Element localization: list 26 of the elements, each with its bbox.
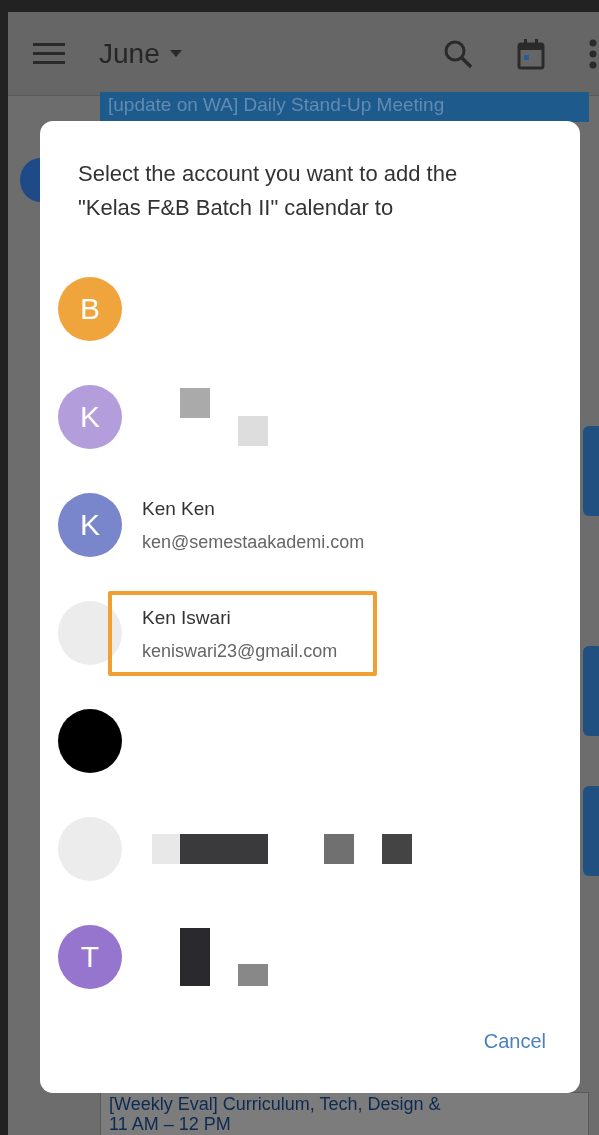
account-email: keniswari23@gmail.com [142, 640, 338, 662]
account-email: ken@semestaakademi.com [142, 531, 365, 553]
account-item[interactable]: Ken Iswari keniswari23@gmail.com [40, 579, 580, 687]
event-chip[interactable]: [update on WA] Daily Stand-Up Meeting [100, 92, 589, 122]
account-name: Ken Iswari [142, 606, 232, 629]
avatar: K [58, 493, 122, 557]
account-item[interactable]: B [40, 255, 580, 363]
event-time: 11 AM – 12 PM [109, 1114, 232, 1134]
search-icon[interactable] [443, 38, 473, 69]
account-item[interactable]: K [40, 363, 580, 471]
more-icon[interactable] [589, 38, 597, 69]
avatar: K [58, 385, 122, 449]
dialog-title: Select the account you want to add the "Kelas F&B Batch II" calendar to [77, 160, 459, 222]
month-dropdown[interactable]: June [99, 37, 182, 70]
account-item[interactable]: T [40, 903, 580, 1011]
account-name: Ken Ken [142, 497, 216, 520]
avatar: B [58, 277, 122, 341]
menu-icon[interactable] [33, 41, 65, 66]
caret-icon[interactable] [169, 50, 182, 57]
account-item[interactable]: K Ken Ken ken@semestaakademi.com [40, 471, 580, 579]
event-title: [Weekly Eval] Curriculum, Tech, Design & [109, 1094, 442, 1114]
event-title: [update on WA] Daily Stand-Up Meeting [108, 94, 446, 116]
avatar: T [58, 925, 122, 989]
event-chip[interactable]: [Weekly Eval] Curriculum, Tech, Design & 11 AM – 12 PM [100, 1092, 589, 1135]
cancel-button[interactable]: Cancel [479, 1024, 550, 1059]
calendar-icon[interactable] [517, 37, 545, 70]
